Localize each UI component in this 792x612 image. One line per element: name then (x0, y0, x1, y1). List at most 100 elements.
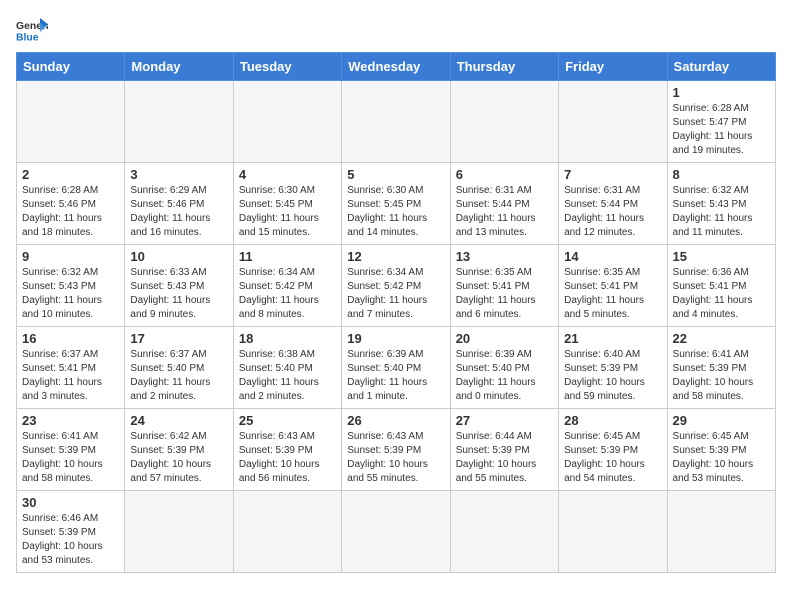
calendar-cell (450, 81, 558, 163)
day-info: Sunrise: 6:31 AM Sunset: 5:44 PM Dayligh… (456, 184, 553, 240)
day-number: 30 (22, 495, 119, 510)
calendar-cell: 26 Sunrise: 6:43 AM Sunset: 5:39 PM Dayli… (342, 409, 450, 491)
calendar-cell (450, 491, 558, 573)
calendar-cell (125, 81, 233, 163)
day-number: 9 (22, 249, 119, 264)
day-info: Sunrise: 6:45 AM Sunset: 5:39 PM Dayligh… (564, 430, 661, 486)
calendar-cell: 17 Sunrise: 6:37 AM Sunset: 5:40 PM Dayli… (125, 327, 233, 409)
week-row-2: 2Sunrise: 6:28 AM Sunset: 5:46 PM Daylig… (17, 163, 776, 245)
calendar-cell: 9 Sunrise: 6:32 AM Sunset: 5:43 PM Daylig… (17, 245, 125, 327)
day-info: Sunrise: 6:34 AM Sunset: 5:42 PM Dayligh… (347, 266, 444, 322)
day-info: Sunrise: 6:32 AM Sunset: 5:43 PM Dayligh… (673, 184, 770, 240)
week-row-3: 9 Sunrise: 6:32 AM Sunset: 5:43 PM Daylig… (17, 245, 776, 327)
calendar-cell: 5 Sunrise: 6:30 AM Sunset: 5:45 PM Daylig… (342, 163, 450, 245)
day-number: 28 (564, 413, 661, 428)
week-row-1: 1 Sunrise: 6:28 AM Sunset: 5:47 PM Daylig… (17, 81, 776, 163)
calendar-cell: 30 Sunrise: 6:46 AM Sunset: 5:39 PM Dayli… (17, 491, 125, 573)
day-number: 13 (456, 249, 553, 264)
day-info: Sunrise: 6:28 AM Sunset: 5:47 PM Dayligh… (673, 102, 770, 158)
calendar-cell: 20 Sunrise: 6:39 AM Sunset: 5:40 PM Dayli… (450, 327, 558, 409)
week-row-4: 16 Sunrise: 6:37 AM Sunset: 5:41 PM Dayli… (17, 327, 776, 409)
calendar-cell: 25Sunrise: 6:43 AM Sunset: 5:39 PM Dayli… (233, 409, 341, 491)
weekday-header-row: SundayMondayTuesdayWednesdayThursdayFrid… (17, 53, 776, 81)
calendar-cell: 14Sunrise: 6:35 AM Sunset: 5:41 PM Dayli… (559, 245, 667, 327)
day-number: 18 (239, 331, 336, 346)
day-number: 17 (130, 331, 227, 346)
calendar-cell: 7 Sunrise: 6:31 AM Sunset: 5:44 PM Daylig… (559, 163, 667, 245)
day-info: Sunrise: 6:39 AM Sunset: 5:40 PM Dayligh… (456, 348, 553, 404)
day-info: Sunrise: 6:45 AM Sunset: 5:39 PM Dayligh… (673, 430, 770, 486)
weekday-header-monday: Monday (125, 53, 233, 81)
calendar-cell: 27Sunrise: 6:44 AM Sunset: 5:39 PM Dayli… (450, 409, 558, 491)
calendar-cell: 28 Sunrise: 6:45 AM Sunset: 5:39 PM Dayli… (559, 409, 667, 491)
weekday-header-wednesday: Wednesday (342, 53, 450, 81)
calendar-cell: 8 Sunrise: 6:32 AM Sunset: 5:43 PM Daylig… (667, 163, 775, 245)
day-info: Sunrise: 6:46 AM Sunset: 5:39 PM Dayligh… (22, 512, 119, 568)
weekday-header-sunday: Sunday (17, 53, 125, 81)
day-info: Sunrise: 6:37 AM Sunset: 5:41 PM Dayligh… (22, 348, 119, 404)
day-number: 3 (130, 167, 227, 182)
day-number: 26 (347, 413, 444, 428)
calendar-cell (559, 81, 667, 163)
day-number: 23 (22, 413, 119, 428)
day-info: Sunrise: 6:32 AM Sunset: 5:43 PM Dayligh… (22, 266, 119, 322)
day-number: 21 (564, 331, 661, 346)
day-number: 10 (130, 249, 227, 264)
calendar-cell (342, 491, 450, 573)
day-info: Sunrise: 6:30 AM Sunset: 5:45 PM Dayligh… (239, 184, 336, 240)
calendar-cell: 10 Sunrise: 6:33 AM Sunset: 5:43 PM Dayli… (125, 245, 233, 327)
calendar-cell: 1 Sunrise: 6:28 AM Sunset: 5:47 PM Daylig… (667, 81, 775, 163)
weekday-header-friday: Friday (559, 53, 667, 81)
calendar-cell: 24 Sunrise: 6:42 AM Sunset: 5:39 PM Dayli… (125, 409, 233, 491)
day-number: 8 (673, 167, 770, 182)
day-info: Sunrise: 6:31 AM Sunset: 5:44 PM Dayligh… (564, 184, 661, 240)
day-number: 5 (347, 167, 444, 182)
day-info: Sunrise: 6:42 AM Sunset: 5:39 PM Dayligh… (130, 430, 227, 486)
day-number: 16 (22, 331, 119, 346)
day-info: Sunrise: 6:41 AM Sunset: 5:39 PM Dayligh… (673, 348, 770, 404)
day-number: 11 (239, 249, 336, 264)
page-header: General Blue (16, 16, 776, 44)
day-number: 14 (564, 249, 661, 264)
calendar-cell: 3Sunrise: 6:29 AM Sunset: 5:46 PM Daylig… (125, 163, 233, 245)
week-row-6: 30 Sunrise: 6:46 AM Sunset: 5:39 PM Dayli… (17, 491, 776, 573)
weekday-header-thursday: Thursday (450, 53, 558, 81)
day-info: Sunrise: 6:36 AM Sunset: 5:41 PM Dayligh… (673, 266, 770, 322)
calendar-cell (233, 491, 341, 573)
day-number: 7 (564, 167, 661, 182)
day-number: 2 (22, 167, 119, 182)
day-info: Sunrise: 6:43 AM Sunset: 5:39 PM Dayligh… (347, 430, 444, 486)
day-number: 12 (347, 249, 444, 264)
day-info: Sunrise: 6:40 AM Sunset: 5:39 PM Dayligh… (564, 348, 661, 404)
day-number: 25 (239, 413, 336, 428)
day-number: 24 (130, 413, 227, 428)
day-number: 15 (673, 249, 770, 264)
logo: General Blue (16, 16, 48, 44)
day-number: 6 (456, 167, 553, 182)
calendar-cell: 6 Sunrise: 6:31 AM Sunset: 5:44 PM Daylig… (450, 163, 558, 245)
day-info: Sunrise: 6:37 AM Sunset: 5:40 PM Dayligh… (130, 348, 227, 404)
calendar-cell (125, 491, 233, 573)
calendar-cell: 29 Sunrise: 6:45 AM Sunset: 5:39 PM Dayli… (667, 409, 775, 491)
calendar-cell: 19Sunrise: 6:39 AM Sunset: 5:40 PM Dayli… (342, 327, 450, 409)
calendar-cell: 11 Sunrise: 6:34 AM Sunset: 5:42 PM Dayli… (233, 245, 341, 327)
day-info: Sunrise: 6:38 AM Sunset: 5:40 PM Dayligh… (239, 348, 336, 404)
day-number: 29 (673, 413, 770, 428)
day-info: Sunrise: 6:34 AM Sunset: 5:42 PM Dayligh… (239, 266, 336, 322)
calendar-cell: 21 Sunrise: 6:40 AM Sunset: 5:39 PM Dayli… (559, 327, 667, 409)
calendar-cell: 2Sunrise: 6:28 AM Sunset: 5:46 PM Daylig… (17, 163, 125, 245)
day-info: Sunrise: 6:39 AM Sunset: 5:40 PM Dayligh… (347, 348, 444, 404)
calendar-cell: 15 Sunrise: 6:36 AM Sunset: 5:41 PM Dayli… (667, 245, 775, 327)
calendar-cell (233, 81, 341, 163)
calendar-cell (559, 491, 667, 573)
day-number: 4 (239, 167, 336, 182)
calendar-cell: 22Sunrise: 6:41 AM Sunset: 5:39 PM Dayli… (667, 327, 775, 409)
weekday-header-saturday: Saturday (667, 53, 775, 81)
day-info: Sunrise: 6:30 AM Sunset: 5:45 PM Dayligh… (347, 184, 444, 240)
day-info: Sunrise: 6:41 AM Sunset: 5:39 PM Dayligh… (22, 430, 119, 486)
calendar-cell: 4 Sunrise: 6:30 AM Sunset: 5:45 PM Daylig… (233, 163, 341, 245)
calendar-cell: 12 Sunrise: 6:34 AM Sunset: 5:42 PM Dayli… (342, 245, 450, 327)
day-number: 20 (456, 331, 553, 346)
day-number: 1 (673, 85, 770, 100)
day-info: Sunrise: 6:33 AM Sunset: 5:43 PM Dayligh… (130, 266, 227, 322)
